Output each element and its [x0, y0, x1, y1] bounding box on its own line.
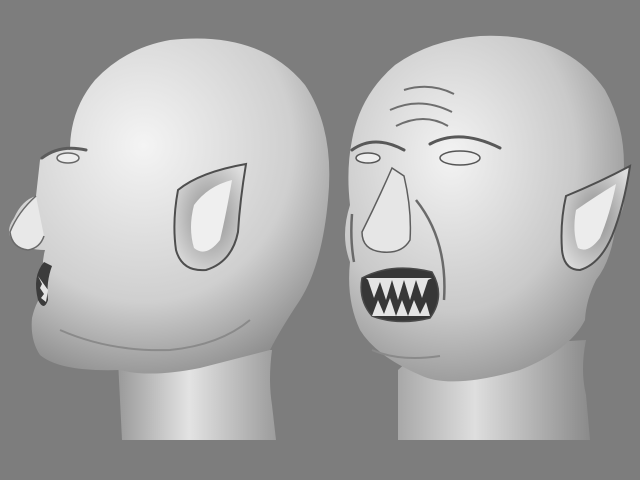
- sculpt-render-canvas: [0, 0, 640, 480]
- front-eye-right: [439, 150, 481, 166]
- profile-eye: [56, 152, 80, 164]
- front-eye-left: [355, 152, 381, 164]
